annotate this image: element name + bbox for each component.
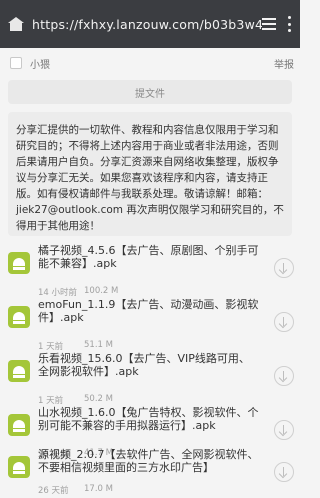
file-name[interactable]: 乐看视频_15.6.0【去广告、VIP线路可用、全网影视软件】.apk [38,352,260,378]
url-bar[interactable]: https://fxhxy.lanzouw.com/b03b3w4rg [32,17,262,32]
android-icon [8,306,30,328]
file-time: 1 天前 [38,396,64,406]
file-size: 17.0 M [84,484,113,494]
android-icon [8,456,30,478]
android-icon [8,360,30,382]
file-time: 26 天前 [38,486,69,496]
kebab-menu-icon[interactable] [288,16,292,32]
user-row: 小猥 举报 [0,48,300,78]
file-name[interactable]: 山水视频_1.6.0【兔广告特权、影视软件、个别可能不兼容的手用拟器运行】.ap… [38,406,260,432]
download-icon[interactable] [274,366,294,386]
list-item[interactable]: 源视频_2.0.7【去软件广告、全网影视软件、不要相信视频里面的三方水印广告】 … [0,448,300,498]
user-name: 小猥 [30,59,50,71]
avatar [10,57,22,69]
file-size: 50.2 M [84,394,113,404]
file-time: 1 天前 [38,342,64,352]
file-time: 14 小时前 [38,288,78,298]
upload-button[interactable]: 提文件 [8,80,292,104]
list-item[interactable]: 橘子视频_4.5.6【去广告、原剧图、个别手可能不兼容】.apk 14 小时前 … [0,244,300,298]
download-icon[interactable] [274,258,294,278]
file-name[interactable]: 源视频_2.0.7【去软件广告、全网影视软件、不要相信视频里面的三方水印广告】 [38,448,260,474]
list-item[interactable]: 乐看视频_15.6.0【去广告、VIP线路可用、全网影视软件】.apk 1 天前… [0,352,300,406]
home-icon[interactable] [8,17,24,31]
download-icon[interactable] [274,312,294,332]
report-link[interactable]: 举报 [274,56,294,71]
tabs-icon[interactable] [262,18,276,30]
download-icon[interactable] [274,420,294,440]
file-size: 51.1 M [84,340,113,350]
file-name[interactable]: emoFun_1.1.9【去广告、动漫动画、影视软件】.apk [38,298,260,324]
android-icon [8,252,30,274]
file-name[interactable]: 橘子视频_4.5.6【去广告、原剧图、个别手可能不兼容】.apk [38,244,260,270]
list-item[interactable]: emoFun_1.1.9【去广告、动漫动画、影视软件】.apk 1 天前 51.… [0,298,300,352]
disclaimer-notice: 分享汇提供的一切软件、教程和内容信息仅限用于学习和研究目的；不得将上述内容用于商… [8,112,292,236]
android-icon [8,414,30,436]
download-icon[interactable] [274,462,294,482]
browser-toolbar: https://fxhxy.lanzouw.com/b03b3w4rg [0,0,300,48]
file-size: 100.2 M [84,286,119,296]
